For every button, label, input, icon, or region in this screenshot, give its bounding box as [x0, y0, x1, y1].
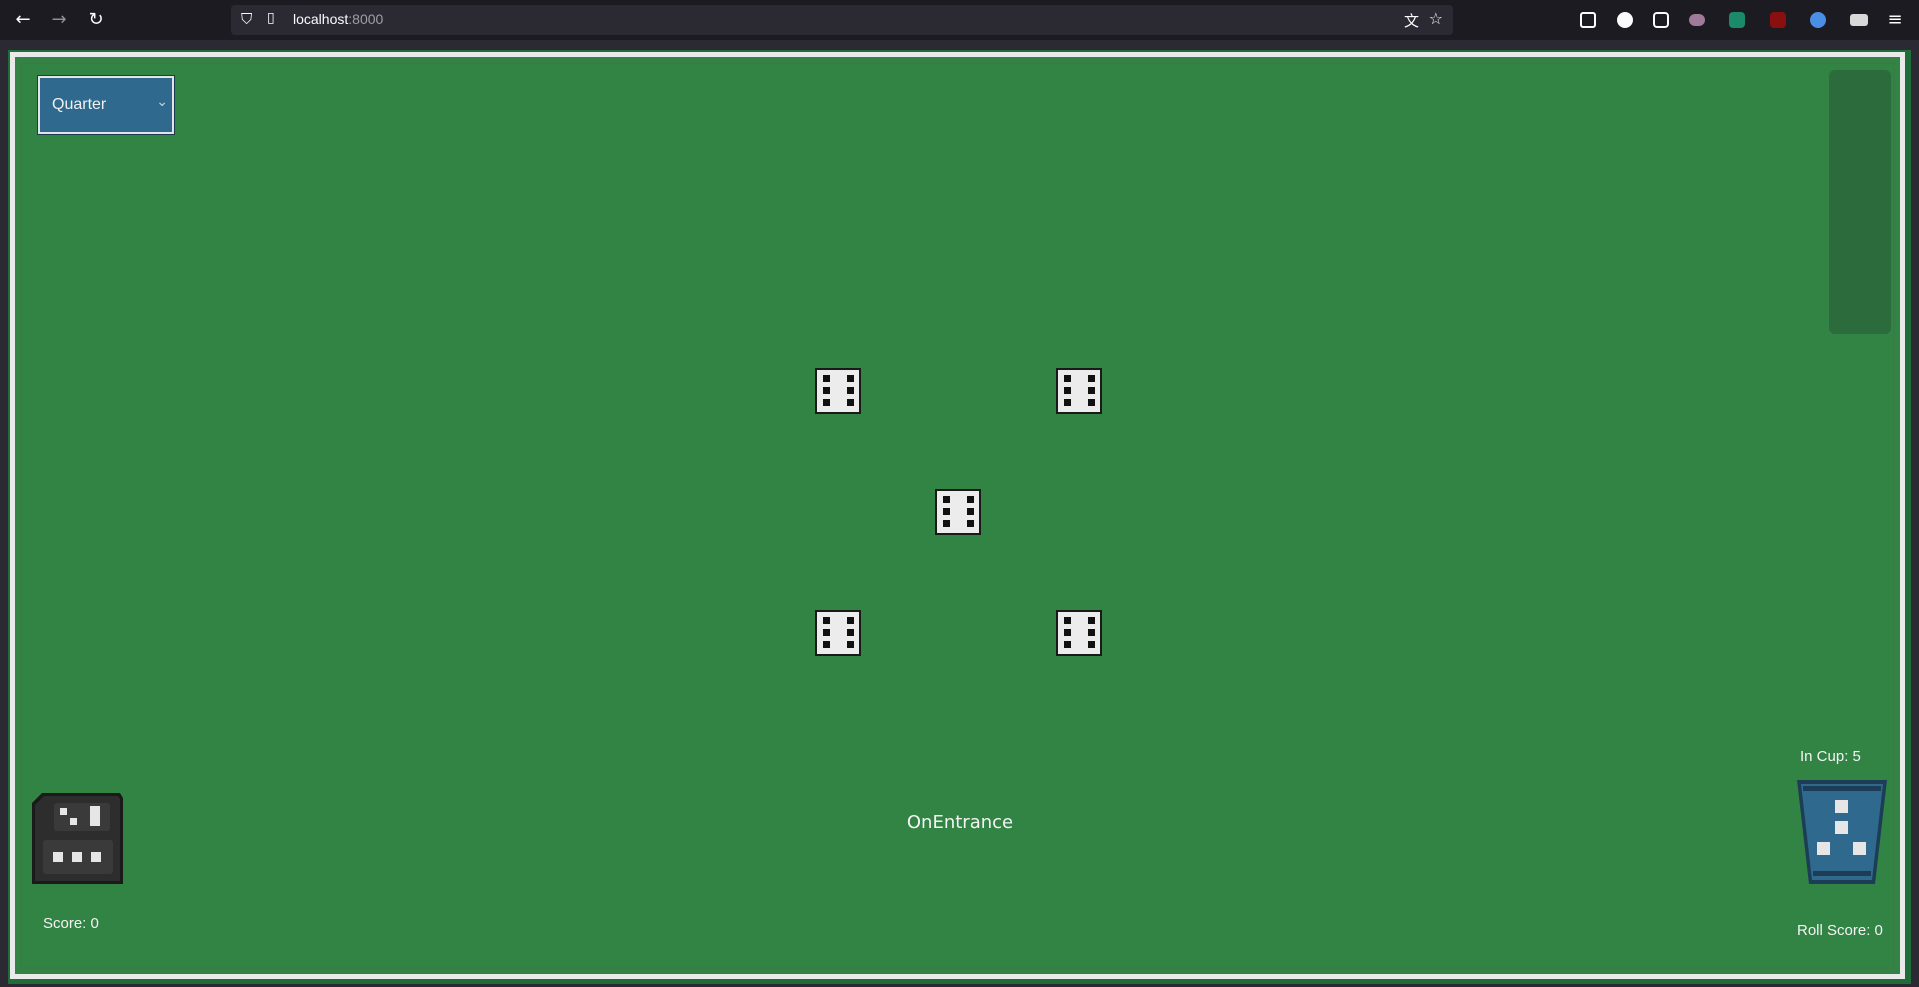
die-pip [823, 617, 830, 624]
die-pip [1088, 617, 1095, 624]
bookmark-star-icon[interactable]: ☆ [1429, 9, 1443, 28]
mode-select-value: Quarter [52, 96, 107, 113]
dice-cup-icon[interactable] [1795, 778, 1889, 886]
die-pip [967, 496, 974, 503]
die-pip [943, 520, 950, 527]
dice-book-icon[interactable] [32, 793, 123, 884]
die-pip [1088, 387, 1095, 394]
extensions-icon[interactable] [1653, 12, 1669, 28]
forward-arrow-icon[interactable]: → [47, 8, 71, 32]
die-pip [1088, 399, 1095, 406]
die-pip [823, 387, 830, 394]
die-pip [1064, 375, 1071, 382]
die-pip [823, 629, 830, 636]
die-pip [823, 399, 830, 406]
die-pip [967, 520, 974, 527]
reload-icon[interactable]: ↻ [84, 8, 108, 32]
die-pip [823, 641, 830, 648]
score-label: Score: 0 [43, 915, 99, 932]
side-panel [1829, 70, 1891, 334]
die-pip [847, 399, 854, 406]
die-pip [847, 641, 854, 648]
die-pip [967, 508, 974, 515]
privacy-icon[interactable] [1689, 14, 1705, 26]
die-pip [1064, 641, 1071, 648]
die-pip [1064, 629, 1071, 636]
die[interactable] [1056, 610, 1102, 656]
bitwarden-icon[interactable] [1810, 12, 1826, 28]
url-bar[interactable]: ⛉ ▯ localhost:8000 文 ☆ [231, 5, 1453, 35]
page-icon: ▯ [267, 10, 275, 26]
die-pip [943, 508, 950, 515]
die-pip [1064, 387, 1071, 394]
die[interactable] [815, 368, 861, 414]
cookie-icon[interactable] [1850, 14, 1868, 26]
chevron-down-icon: ⌄ [156, 94, 168, 110]
game-status-text: OnEntrance [906, 812, 1014, 833]
die-pip [847, 387, 854, 394]
die[interactable] [815, 610, 861, 656]
die[interactable] [935, 489, 981, 535]
translate-icon[interactable]: 文 [1404, 10, 1419, 31]
die-pip [1088, 629, 1095, 636]
mode-select[interactable]: Quarter ⌄ [37, 75, 175, 135]
die[interactable] [1056, 368, 1102, 414]
die-pip [1064, 399, 1071, 406]
ublock-icon[interactable] [1770, 12, 1786, 28]
menu-icon[interactable]: ≡ [1883, 8, 1907, 32]
die-pip [1064, 617, 1071, 624]
die-pip [1088, 375, 1095, 382]
die-pip [1088, 641, 1095, 648]
die-pip [847, 375, 854, 382]
die-pip [823, 375, 830, 382]
shield-icon[interactable]: ⛉ [241, 10, 252, 28]
s-extension-icon[interactable] [1729, 12, 1745, 28]
back-arrow-icon[interactable]: ← [11, 8, 35, 32]
in-cup-label: In Cup: 5 [1800, 748, 1861, 765]
roll-score-label: Roll Score: 0 [1797, 922, 1883, 939]
url-text[interactable]: localhost:8000 [293, 11, 383, 27]
die-pip [943, 496, 950, 503]
info-icon[interactable] [1617, 12, 1633, 28]
browser-toolbar: ← → ↻ ⛉ ▯ localhost:8000 文 ☆ ≡ [0, 0, 1919, 40]
pocket-icon[interactable] [1580, 12, 1596, 28]
die-pip [847, 617, 854, 624]
die-pip [847, 629, 854, 636]
